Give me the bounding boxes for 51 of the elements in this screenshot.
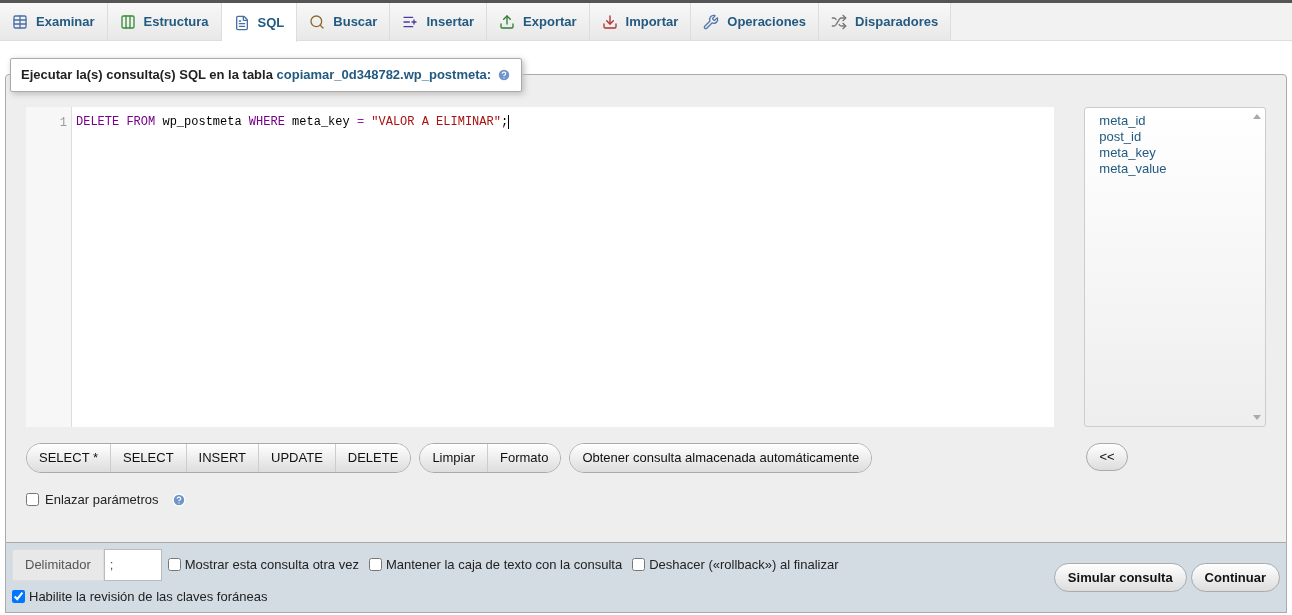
- option-label: Mantener la caja de texto con la consulta: [385, 556, 623, 574]
- tab[interactable]: Exportar: [487, 3, 590, 40]
- column-option[interactable]: meta_value: [1099, 161, 1248, 177]
- column-option[interactable]: meta_id: [1099, 113, 1248, 129]
- delimiter-field[interactable]: ;: [103, 548, 162, 581]
- checkbox[interactable]: [26, 493, 39, 507]
- query-button[interactable]: Limpiar: [420, 444, 487, 472]
- option-label: Deshacer («rollback») al finalizar: [649, 556, 839, 574]
- option-label: Habilite la revisión de las claves foráneas: [29, 587, 268, 606]
- code-line: DELETE FROM wp_postmeta WHERE meta_key = "VALOR A ELIMINAR";: [76, 114, 510, 130]
- tab[interactable]: Insertar: [390, 3, 488, 40]
- code-editor[interactable]: 1 DELETE FROM wp_postmeta WHERE meta_key = "VALOR A ELIMINAR";: [26, 107, 1055, 427]
- upload-icon: [499, 13, 516, 30]
- option-label: Mostrar esta consulta otra vez: [184, 556, 359, 574]
- checkbox[interactable]: [368, 558, 382, 572]
- checkbox[interactable]: [167, 558, 181, 572]
- query-button[interactable]: UPDATE: [258, 444, 335, 472]
- query-button[interactable]: Obtener consulta almacenada automáticamente: [570, 444, 872, 472]
- tab[interactable]: Disparadores: [819, 3, 952, 40]
- query-button[interactable]: SELECT: [110, 444, 186, 472]
- checkbox-label: Enlazar parámetros: [45, 491, 159, 509]
- wrench-icon: [703, 13, 720, 30]
- help-icon[interactable]: [497, 67, 512, 82]
- checkbox[interactable]: [12, 590, 25, 603]
- delimiter-label: Delimitador: [12, 548, 104, 581]
- line-number: 1: [59, 115, 67, 132]
- download-icon: [601, 13, 618, 30]
- column-list[interactable]: meta_id post_id meta_key meta_value: [1084, 107, 1266, 427]
- tab[interactable]: Buscar: [297, 3, 391, 40]
- document-icon: [233, 14, 250, 31]
- columns-icon: [119, 13, 136, 30]
- query-button[interactable]: DELETE: [334, 444, 411, 472]
- column-option[interactable]: post_id: [1099, 129, 1248, 145]
- tab[interactable]: Examinar: [0, 3, 108, 40]
- tab[interactable]: Estructura: [107, 3, 222, 40]
- column-option[interactable]: meta_key: [1099, 145, 1248, 161]
- tab[interactable]: Operaciones: [691, 3, 820, 40]
- submit-button[interactable]: Continuar: [1190, 563, 1280, 592]
- checkbox[interactable]: [632, 558, 646, 572]
- search-icon: [309, 13, 326, 30]
- shuffle-icon: [831, 13, 848, 30]
- legend-text: Ejecutar la(s) consulta(s) SQL en la tabla copiamar_0d348782.wp_postmeta:: [21, 66, 492, 84]
- insert-button[interactable]: <<: [1086, 443, 1128, 471]
- tab[interactable]: SQL: [221, 3, 298, 42]
- table-icon: [12, 13, 28, 30]
- tab[interactable]: Importar: [589, 3, 692, 40]
- query-button[interactable]: Formato: [487, 444, 561, 472]
- submit-button[interactable]: Simular consulta: [1053, 563, 1187, 592]
- help-icon[interactable]: [172, 492, 187, 507]
- query-button[interactable]: SELECT *: [27, 444, 110, 472]
- query-button[interactable]: INSERT: [185, 444, 259, 472]
